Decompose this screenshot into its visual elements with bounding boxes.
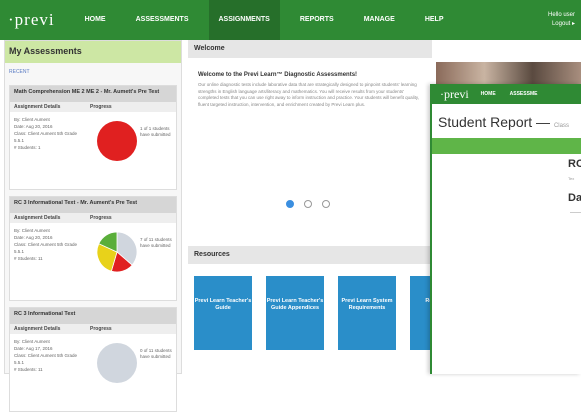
carousel-dot-2[interactable]	[304, 200, 312, 208]
progress-col: Progress	[90, 104, 112, 110]
assessment-title[interactable]: RC 3 Informational Text	[10, 308, 176, 324]
resource-tile[interactable]: Previ Learn System Requirements	[338, 276, 396, 350]
pie-slice	[97, 343, 137, 383]
progress-pie	[97, 121, 137, 161]
welcome-body: Our online diagnostic tests include labo…	[198, 82, 420, 107]
nav-home[interactable]: HOME	[75, 0, 116, 40]
welcome-header: Welcome	[188, 40, 432, 58]
card-body: By: Client Aument Date: Aug 20, 2016 Class…	[10, 223, 176, 293]
resources-header: Resources	[188, 246, 432, 264]
panel-title: My Assessments	[5, 41, 181, 63]
meta-line: Date: Aug 20, 2016	[14, 124, 53, 129]
assessment-title[interactable]: Math Comprehension ME 2 ME 2 - Mr. Aumet…	[10, 86, 176, 102]
progress-col: Progress	[90, 215, 112, 221]
report-nav: ·previ HOME ASSESSME	[432, 84, 581, 104]
report-nav-assessments[interactable]: ASSESSME	[510, 91, 538, 97]
meta-line: Date: Aug 17, 2016	[14, 346, 53, 351]
details-col: Assignment Details	[14, 326, 61, 332]
meta-line: Class: Client Aument 5th Grade 5.5.1	[14, 131, 78, 143]
nav-assignments[interactable]: ASSIGNMENTS	[208, 0, 280, 40]
report-title: Student Report — Class	[432, 104, 581, 130]
assessment-card[interactable]: RC 3 Informational Text Assignment Detai…	[9, 307, 177, 412]
meta-line: Class: Client Aument 5th Grade 5.5.1	[14, 353, 78, 365]
resource-tile[interactable]: Previ Learn Teacher's Guide Appendices	[266, 276, 324, 350]
report-section: Da	[568, 192, 581, 204]
my-assessments-panel: My Assessments RECENT Math Comprehension…	[4, 40, 182, 412]
students-photo	[436, 62, 581, 84]
nav-menu: HOME ASSESSMENTS ASSIGNMENTS REPORTS MANAGE H…	[75, 0, 454, 40]
nav-reports[interactable]: REPORTS	[290, 0, 344, 40]
report-subheading: Tex	[568, 176, 575, 181]
details-col: Assignment Details	[14, 104, 61, 110]
resources-panel: Resources Previ Learn Teacher's Guide Pre…	[188, 246, 468, 374]
nav-manage[interactable]: MANAGE	[354, 0, 405, 40]
nav-assessments[interactable]: ASSESSMENTS	[126, 0, 199, 40]
progress-pie	[96, 231, 138, 273]
recent-label[interactable]: RECENT	[5, 63, 181, 81]
user-greeting[interactable]: Hello user	[548, 11, 575, 20]
previ-logo[interactable]: ·previ	[8, 10, 55, 30]
submission-status: 0 of 11 students have submitted	[140, 348, 172, 359]
report-green-bar	[432, 138, 581, 154]
submission-status: 7 of 11 students have submitted	[140, 237, 172, 248]
card-columns: Assignment Details Progress	[10, 102, 176, 112]
carousel-dots	[286, 200, 330, 208]
meta-line: # Students: 1	[14, 145, 41, 150]
nav-help[interactable]: HELP	[415, 0, 454, 40]
card-columns: Assignment Details Progress	[10, 324, 176, 334]
welcome-title: Welcome to the Previ Learn™ Diagnostic A…	[198, 72, 358, 78]
report-nav-home[interactable]: HOME	[481, 91, 496, 97]
resource-tile[interactable]: Previ Learn Teacher's Guide	[194, 276, 252, 350]
logout-link[interactable]: Logout ▸	[548, 20, 575, 29]
report-heading: RC	[568, 158, 581, 170]
assignment-meta: By: Client Aument Date: Aug 20, 2016 Class…	[14, 116, 84, 151]
meta-line: # Students: 11	[14, 367, 43, 372]
resource-tiles: Previ Learn Teacher's Guide Previ Learn T…	[194, 276, 468, 350]
assessment-card[interactable]: Math Comprehension ME 2 ME 2 - Mr. Aumet…	[9, 85, 177, 190]
assessment-card[interactable]: RC 3 Informational Text - Mr. Aument's P…	[9, 196, 177, 301]
meta-line: By: Client Aument	[14, 117, 50, 122]
progress-col: Progress	[90, 326, 112, 332]
meta-line: By: Client Aument	[14, 339, 50, 344]
report-title-text: Student Report —	[438, 114, 551, 130]
assignment-meta: By: Client Aument Date: Aug 20, 2016 Class…	[14, 227, 84, 262]
card-body: By: Client Aument Date: Aug 20, 2016 Class…	[10, 112, 176, 182]
assessment-list: Math Comprehension ME 2 ME 2 - Mr. Aumet…	[5, 85, 181, 412]
report-logo[interactable]: ·previ	[440, 87, 469, 102]
progress-pie	[97, 343, 137, 383]
carousel-dot-1[interactable]	[286, 200, 294, 208]
submission-status: 1 of 1 students have submitted	[140, 126, 171, 137]
meta-line: By: Client Aument	[14, 228, 50, 233]
assignment-meta: By: Client Aument Date: Aug 17, 2016 Class…	[14, 338, 84, 373]
meta-line: Class: Client Aument 5th Grade 5.5.1	[14, 242, 78, 254]
report-divider	[570, 212, 581, 213]
meta-line: # Students: 11	[14, 256, 43, 261]
welcome-panel: Welcome Welcome to the Previ Learn™ Diag…	[188, 40, 432, 240]
report-subtitle: Class	[553, 123, 569, 129]
meta-line: Date: Aug 20, 2016	[14, 235, 53, 240]
carousel-dot-3[interactable]	[322, 200, 330, 208]
assessment-title[interactable]: RC 3 Informational Text - Mr. Aument's P…	[10, 197, 176, 213]
details-col: Assignment Details	[14, 215, 61, 221]
user-menu: Hello user Logout ▸	[548, 11, 575, 29]
card-body: By: Client Aument Date: Aug 17, 2016 Class…	[10, 334, 176, 404]
student-report-window: ·previ HOME ASSESSME Student Report — Cl…	[430, 84, 581, 374]
top-nav: ·previ HOME ASSESSMENTS ASSIGNMENTS REPORTS…	[0, 0, 581, 40]
card-columns: Assignment Details Progress	[10, 213, 176, 223]
pie-slice	[97, 121, 137, 161]
